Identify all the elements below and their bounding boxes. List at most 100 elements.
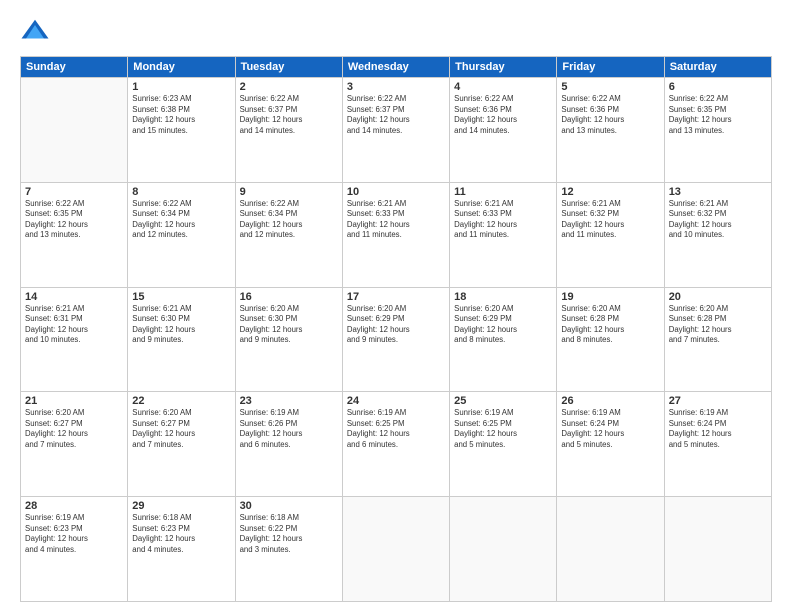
day-number: 6 — [669, 81, 767, 93]
week-row-1: 1Sunrise: 6:23 AM Sunset: 6:38 PM Daylig… — [21, 78, 772, 183]
calendar-cell: 23Sunrise: 6:19 AM Sunset: 6:26 PM Dayli… — [235, 392, 342, 497]
day-number: 14 — [25, 291, 123, 303]
day-number: 1 — [132, 81, 230, 93]
day-info: Sunrise: 6:22 AM Sunset: 6:37 PM Dayligh… — [347, 94, 445, 136]
day-number: 25 — [454, 395, 552, 407]
calendar-cell: 19Sunrise: 6:20 AM Sunset: 6:28 PM Dayli… — [557, 287, 664, 392]
calendar-cell: 11Sunrise: 6:21 AM Sunset: 6:33 PM Dayli… — [450, 182, 557, 287]
calendar-cell — [450, 497, 557, 602]
calendar-cell: 3Sunrise: 6:22 AM Sunset: 6:37 PM Daylig… — [342, 78, 449, 183]
calendar-cell: 22Sunrise: 6:20 AM Sunset: 6:27 PM Dayli… — [128, 392, 235, 497]
day-number: 15 — [132, 291, 230, 303]
day-number: 17 — [347, 291, 445, 303]
day-info: Sunrise: 6:18 AM Sunset: 6:22 PM Dayligh… — [240, 513, 338, 555]
day-info: Sunrise: 6:19 AM Sunset: 6:26 PM Dayligh… — [240, 408, 338, 450]
calendar-header: SundayMondayTuesdayWednesdayThursdayFrid… — [21, 57, 772, 78]
calendar-cell — [557, 497, 664, 602]
day-number: 19 — [561, 291, 659, 303]
day-number: 2 — [240, 81, 338, 93]
day-info: Sunrise: 6:19 AM Sunset: 6:25 PM Dayligh… — [454, 408, 552, 450]
day-info: Sunrise: 6:21 AM Sunset: 6:33 PM Dayligh… — [454, 199, 552, 241]
calendar-cell: 8Sunrise: 6:22 AM Sunset: 6:34 PM Daylig… — [128, 182, 235, 287]
calendar-cell: 28Sunrise: 6:19 AM Sunset: 6:23 PM Dayli… — [21, 497, 128, 602]
day-info: Sunrise: 6:23 AM Sunset: 6:38 PM Dayligh… — [132, 94, 230, 136]
day-number: 9 — [240, 186, 338, 198]
weekday-header-sunday: Sunday — [21, 57, 128, 78]
calendar: SundayMondayTuesdayWednesdayThursdayFrid… — [20, 56, 772, 602]
weekday-header-tuesday: Tuesday — [235, 57, 342, 78]
day-info: Sunrise: 6:22 AM Sunset: 6:37 PM Dayligh… — [240, 94, 338, 136]
day-info: Sunrise: 6:19 AM Sunset: 6:24 PM Dayligh… — [561, 408, 659, 450]
weekday-header-wednesday: Wednesday — [342, 57, 449, 78]
calendar-cell: 25Sunrise: 6:19 AM Sunset: 6:25 PM Dayli… — [450, 392, 557, 497]
day-number: 16 — [240, 291, 338, 303]
calendar-cell: 5Sunrise: 6:22 AM Sunset: 6:36 PM Daylig… — [557, 78, 664, 183]
calendar-cell: 9Sunrise: 6:22 AM Sunset: 6:34 PM Daylig… — [235, 182, 342, 287]
day-info: Sunrise: 6:21 AM Sunset: 6:33 PM Dayligh… — [347, 199, 445, 241]
week-row-2: 7Sunrise: 6:22 AM Sunset: 6:35 PM Daylig… — [21, 182, 772, 287]
day-number: 30 — [240, 500, 338, 512]
calendar-cell: 29Sunrise: 6:18 AM Sunset: 6:23 PM Dayli… — [128, 497, 235, 602]
day-info: Sunrise: 6:21 AM Sunset: 6:30 PM Dayligh… — [132, 304, 230, 346]
weekday-row: SundayMondayTuesdayWednesdayThursdayFrid… — [21, 57, 772, 78]
logo-icon — [20, 16, 50, 46]
day-info: Sunrise: 6:20 AM Sunset: 6:30 PM Dayligh… — [240, 304, 338, 346]
page: SundayMondayTuesdayWednesdayThursdayFrid… — [0, 0, 792, 612]
day-number: 26 — [561, 395, 659, 407]
day-number: 5 — [561, 81, 659, 93]
day-info: Sunrise: 6:20 AM Sunset: 6:29 PM Dayligh… — [347, 304, 445, 346]
calendar-cell: 13Sunrise: 6:21 AM Sunset: 6:32 PM Dayli… — [664, 182, 771, 287]
day-info: Sunrise: 6:22 AM Sunset: 6:34 PM Dayligh… — [132, 199, 230, 241]
day-info: Sunrise: 6:22 AM Sunset: 6:35 PM Dayligh… — [25, 199, 123, 241]
calendar-cell: 15Sunrise: 6:21 AM Sunset: 6:30 PM Dayli… — [128, 287, 235, 392]
day-info: Sunrise: 6:20 AM Sunset: 6:28 PM Dayligh… — [561, 304, 659, 346]
weekday-header-thursday: Thursday — [450, 57, 557, 78]
day-number: 8 — [132, 186, 230, 198]
header — [20, 16, 772, 46]
day-info: Sunrise: 6:21 AM Sunset: 6:31 PM Dayligh… — [25, 304, 123, 346]
calendar-cell: 21Sunrise: 6:20 AM Sunset: 6:27 PM Dayli… — [21, 392, 128, 497]
calendar-cell: 7Sunrise: 6:22 AM Sunset: 6:35 PM Daylig… — [21, 182, 128, 287]
day-number: 29 — [132, 500, 230, 512]
day-info: Sunrise: 6:20 AM Sunset: 6:28 PM Dayligh… — [669, 304, 767, 346]
weekday-header-saturday: Saturday — [664, 57, 771, 78]
calendar-cell: 27Sunrise: 6:19 AM Sunset: 6:24 PM Dayli… — [664, 392, 771, 497]
calendar-cell: 18Sunrise: 6:20 AM Sunset: 6:29 PM Dayli… — [450, 287, 557, 392]
day-number: 4 — [454, 81, 552, 93]
day-number: 23 — [240, 395, 338, 407]
day-number: 18 — [454, 291, 552, 303]
calendar-cell: 6Sunrise: 6:22 AM Sunset: 6:35 PM Daylig… — [664, 78, 771, 183]
calendar-cell: 17Sunrise: 6:20 AM Sunset: 6:29 PM Dayli… — [342, 287, 449, 392]
calendar-cell: 2Sunrise: 6:22 AM Sunset: 6:37 PM Daylig… — [235, 78, 342, 183]
calendar-cell: 1Sunrise: 6:23 AM Sunset: 6:38 PM Daylig… — [128, 78, 235, 183]
day-info: Sunrise: 6:19 AM Sunset: 6:24 PM Dayligh… — [669, 408, 767, 450]
calendar-cell: 10Sunrise: 6:21 AM Sunset: 6:33 PM Dayli… — [342, 182, 449, 287]
calendar-cell: 16Sunrise: 6:20 AM Sunset: 6:30 PM Dayli… — [235, 287, 342, 392]
day-number: 12 — [561, 186, 659, 198]
week-row-5: 28Sunrise: 6:19 AM Sunset: 6:23 PM Dayli… — [21, 497, 772, 602]
day-info: Sunrise: 6:18 AM Sunset: 6:23 PM Dayligh… — [132, 513, 230, 555]
calendar-cell — [664, 497, 771, 602]
day-number: 20 — [669, 291, 767, 303]
calendar-cell: 30Sunrise: 6:18 AM Sunset: 6:22 PM Dayli… — [235, 497, 342, 602]
day-number: 24 — [347, 395, 445, 407]
day-number: 10 — [347, 186, 445, 198]
day-number: 22 — [132, 395, 230, 407]
day-number: 13 — [669, 186, 767, 198]
day-number: 3 — [347, 81, 445, 93]
calendar-cell: 20Sunrise: 6:20 AM Sunset: 6:28 PM Dayli… — [664, 287, 771, 392]
day-info: Sunrise: 6:22 AM Sunset: 6:35 PM Dayligh… — [669, 94, 767, 136]
day-info: Sunrise: 6:21 AM Sunset: 6:32 PM Dayligh… — [669, 199, 767, 241]
day-info: Sunrise: 6:22 AM Sunset: 6:36 PM Dayligh… — [454, 94, 552, 136]
calendar-cell: 24Sunrise: 6:19 AM Sunset: 6:25 PM Dayli… — [342, 392, 449, 497]
day-info: Sunrise: 6:21 AM Sunset: 6:32 PM Dayligh… — [561, 199, 659, 241]
day-info: Sunrise: 6:22 AM Sunset: 6:34 PM Dayligh… — [240, 199, 338, 241]
logo — [20, 16, 52, 46]
calendar-cell: 4Sunrise: 6:22 AM Sunset: 6:36 PM Daylig… — [450, 78, 557, 183]
weekday-header-monday: Monday — [128, 57, 235, 78]
calendar-cell — [342, 497, 449, 602]
calendar-cell: 12Sunrise: 6:21 AM Sunset: 6:32 PM Dayli… — [557, 182, 664, 287]
calendar-body: 1Sunrise: 6:23 AM Sunset: 6:38 PM Daylig… — [21, 78, 772, 602]
day-number: 21 — [25, 395, 123, 407]
calendar-cell: 14Sunrise: 6:21 AM Sunset: 6:31 PM Dayli… — [21, 287, 128, 392]
